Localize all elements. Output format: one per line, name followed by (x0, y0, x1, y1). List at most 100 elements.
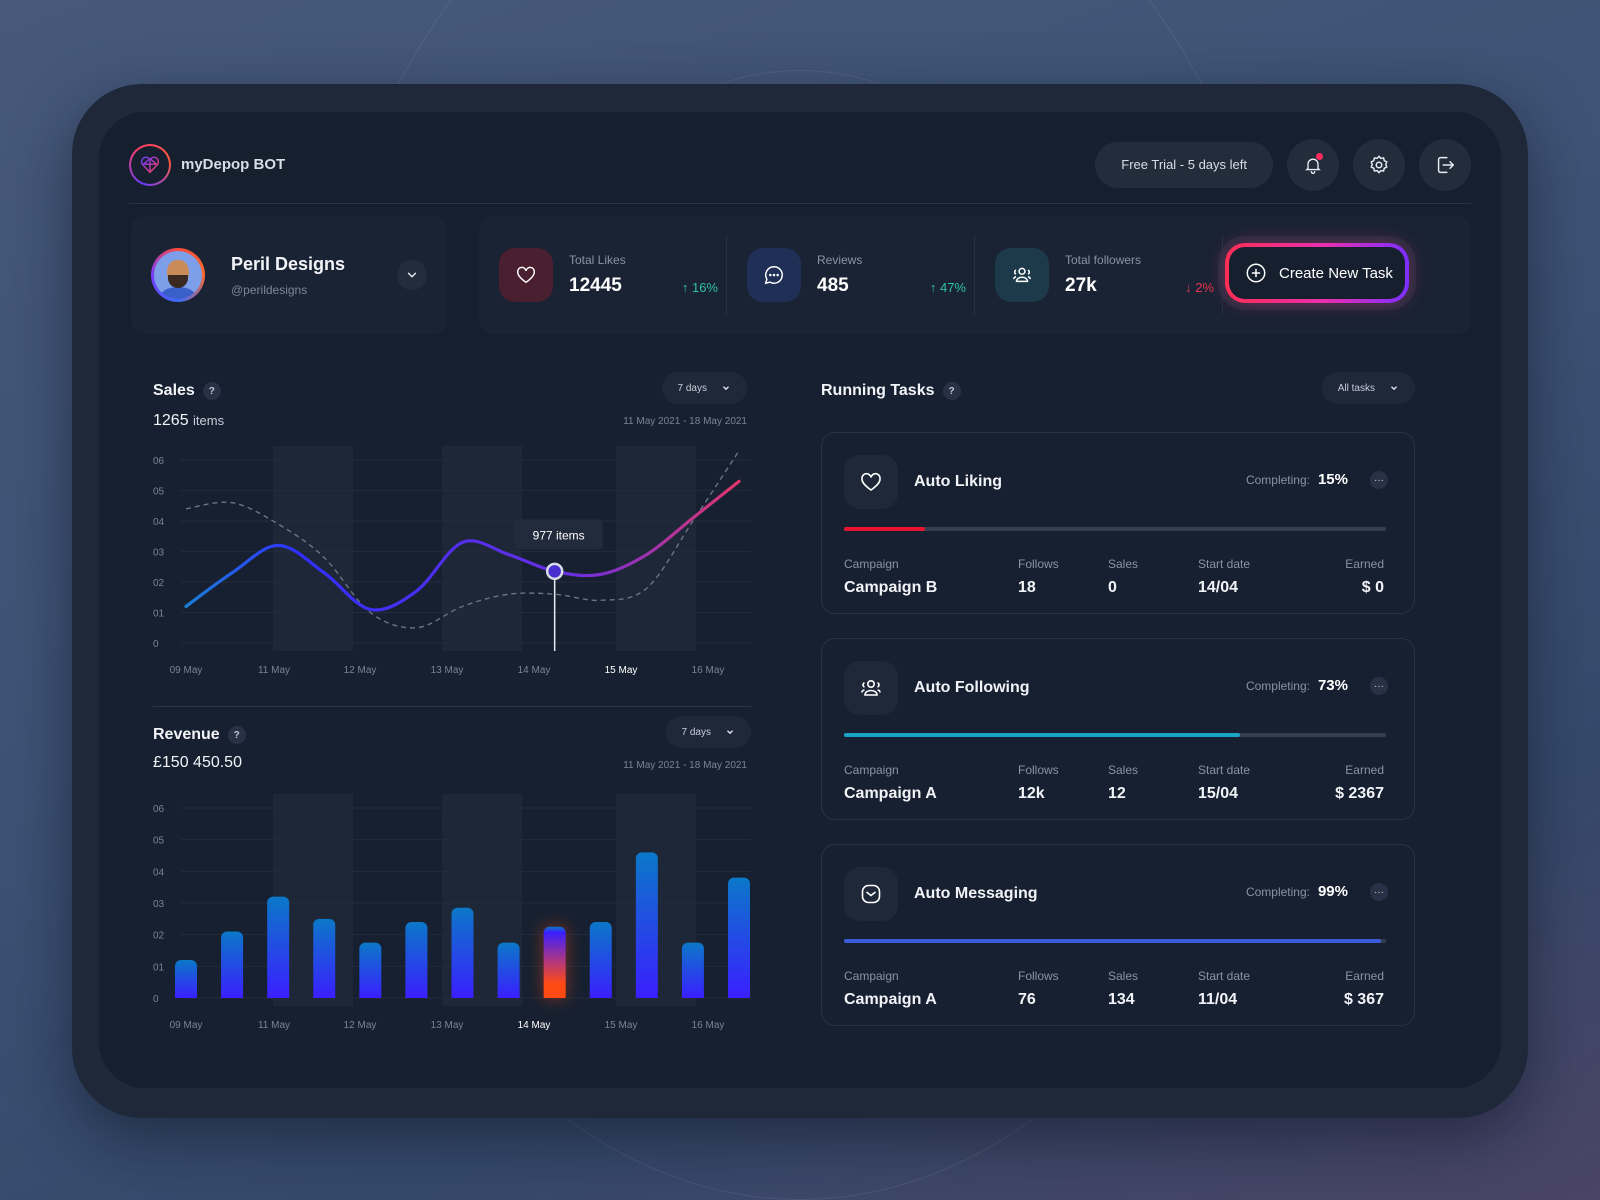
task-earned: Earned $ 0 (1345, 557, 1384, 596)
help-icon[interactable]: ? (227, 726, 246, 744)
task-earned: Earned $ 2367 (1335, 763, 1384, 802)
sales-line-chart[interactable]: 0 01 02 03 04 05 06 09 May 11 May 12 May 13 May 14 … (131, 440, 767, 690)
ellipsis-icon: ··· (1374, 886, 1384, 898)
arrow-up-icon: ↑ (681, 280, 692, 295)
heart-icon (517, 266, 535, 284)
gear-icon (1370, 154, 1388, 174)
account-dropdown-button[interactable] (397, 260, 427, 290)
users-icon (1013, 267, 1031, 283)
task-start-date: Start date 15/04 (1198, 763, 1251, 802)
stat-total-likes: Total Likes 12445 ↑ 16% (479, 235, 727, 315)
revenue-bar-chart[interactable]: 0 01 02 03 04 05 06 09 May 11 May 12 May 13 May 14 … (131, 788, 767, 1038)
y-tick-label: 06 (153, 456, 165, 467)
revenue-title: Revenue ? (153, 726, 246, 744)
help-icon[interactable]: ? (202, 382, 221, 400)
chevron-down-icon (723, 386, 729, 391)
x-tick-label: 14 May (518, 665, 551, 676)
bar (359, 942, 382, 998)
task-name: Auto Following (914, 679, 1030, 696)
task-follows: Follows 18 (1018, 557, 1059, 596)
x-tick-label: 13 May (431, 1020, 464, 1031)
task-sales: Sales 134 (1108, 969, 1139, 1008)
stat-label: Total followers (1065, 253, 1142, 267)
revenue-date-range: 11 May 2021 - 18 May 2021 (623, 760, 747, 771)
app-logo[interactable] (129, 143, 171, 186)
chevron-down-icon (727, 730, 733, 735)
message-inbox-icon (861, 884, 881, 904)
x-tick-label: 11 May (258, 665, 290, 676)
task-start-date: Start date 14/04 (1198, 557, 1251, 596)
task-start-date: Start date 11/04 (1198, 969, 1251, 1008)
task-progress-bar (844, 733, 1386, 737)
x-tick-label: 15 May (605, 1020, 638, 1031)
y-tick-label: 02 (153, 931, 165, 942)
ellipsis-icon: ··· (1374, 680, 1384, 692)
bar (451, 907, 474, 998)
sales-period-dropdown[interactable]: 7 days (661, 372, 747, 404)
stat-change: ↓ 2% (1185, 280, 1214, 295)
notifications-button[interactable] (1287, 138, 1339, 191)
bar (497, 942, 520, 998)
task-campaign: Campaign Campaign B (844, 557, 938, 596)
y-tick-label: 0 (153, 639, 159, 650)
more-options-button[interactable]: ··· (1370, 677, 1388, 695)
task-card[interactable]: Auto Messaging Completing: 99% ··· Campai… (821, 844, 1415, 1026)
task-name: Auto Liking (914, 473, 1002, 490)
x-tick-label: 11 May (258, 1020, 290, 1031)
x-tick-label: 09 May (170, 1020, 203, 1031)
stat-value: 27k (1065, 275, 1097, 296)
help-icon[interactable]: ? (942, 382, 961, 400)
free-trial-badge[interactable]: Free Trial - 5 days left (1095, 141, 1273, 188)
account-switcher[interactable]: Peril Designs @perildesigns (131, 216, 447, 334)
stat-value: 12445 (569, 275, 622, 296)
bar (221, 931, 244, 998)
task-follows: Follows 12k (1018, 763, 1059, 802)
task-progress-bar (844, 527, 1386, 531)
chat-bubble-icon (764, 266, 783, 285)
settings-button[interactable] (1353, 138, 1405, 191)
task-card[interactable]: Auto Following Completing: 73% ··· Campai… (821, 638, 1415, 820)
sales-date-range: 11 May 2021 - 18 May 2021 (623, 416, 747, 427)
sales-total: 1265 items (153, 412, 225, 429)
tooltip-data-point (545, 562, 564, 581)
section-divider (153, 706, 751, 707)
task-filter-dropdown[interactable]: All tasks (1321, 372, 1415, 404)
task-sales: Sales 12 (1108, 763, 1139, 802)
stat-icon-box (995, 248, 1049, 302)
profile-handle: @perildesigns (231, 282, 308, 297)
top-bar: myDepop BOT Free Trial - 5 days left (129, 126, 1471, 204)
task-name: Auto Messaging (914, 885, 1038, 902)
bar (175, 960, 197, 998)
bar-highlighted (543, 926, 566, 998)
task-campaign: Campaign Campaign A (844, 969, 937, 1008)
task-follows: Follows 76 (1018, 969, 1059, 1008)
bar (589, 922, 612, 998)
tooltip-label: 977 items (533, 528, 585, 542)
heart-icon (861, 472, 881, 491)
bar (681, 942, 704, 998)
create-new-task-button[interactable]: Create New Task (1225, 243, 1409, 303)
stat-icon-box (499, 248, 553, 302)
avatar (151, 248, 205, 302)
profile-name: Peril Designs (231, 253, 346, 274)
task-campaign: Campaign Campaign A (844, 763, 937, 802)
y-tick-label: 05 (153, 487, 165, 498)
y-tick-label: 06 (153, 804, 165, 815)
stat-reviews: Reviews 485 ↑ 47% (727, 235, 975, 315)
more-options-button[interactable]: ··· (1370, 471, 1388, 489)
app-title: myDepop BOT (181, 156, 286, 173)
x-tick-label: 15 May (605, 665, 638, 676)
bar (313, 918, 336, 998)
users-icon (861, 680, 881, 696)
y-tick-label: 01 (153, 609, 165, 620)
y-tick-label: 01 (153, 962, 165, 973)
revenue-period-dropdown[interactable]: 7 days (665, 716, 751, 748)
stat-label: Total Likes (569, 253, 626, 267)
bar (635, 852, 658, 998)
task-card[interactable]: Auto Liking Completing: 15% ··· Campaign C… (821, 432, 1415, 614)
logout-button[interactable] (1419, 138, 1471, 191)
x-tick-label: 13 May (431, 665, 464, 676)
y-tick-label: 05 (153, 836, 165, 847)
more-options-button[interactable]: ··· (1370, 883, 1388, 901)
sales-title: Sales ? (153, 382, 221, 400)
